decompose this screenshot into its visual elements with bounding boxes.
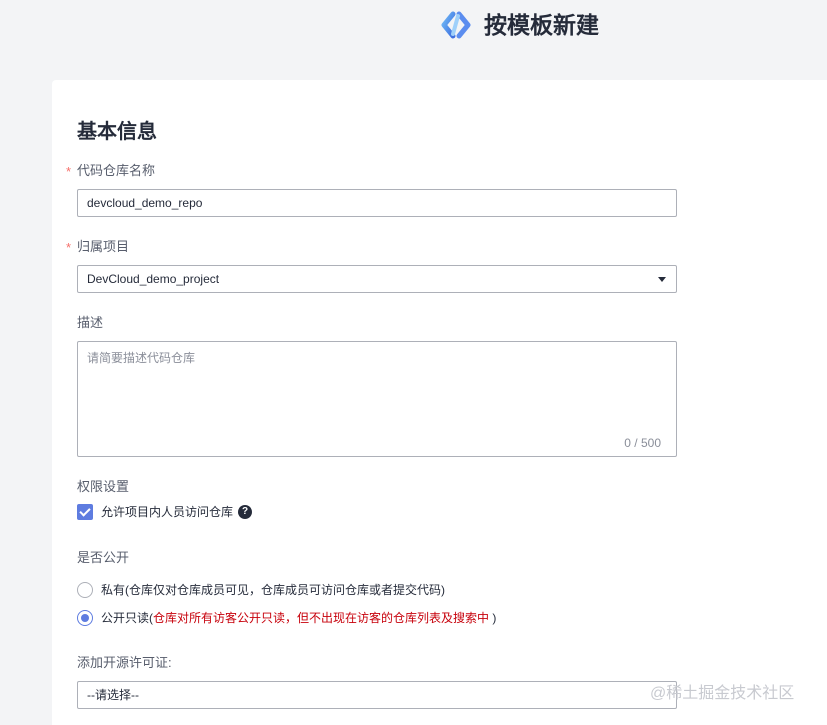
- allow-members-checkbox[interactable]: [77, 504, 93, 520]
- description-textarea[interactable]: 请简要描述代码仓库 0 / 500: [77, 341, 677, 457]
- section-title: 基本信息: [77, 121, 157, 143]
- help-icon[interactable]: ?: [238, 505, 252, 519]
- public-readonly-radio[interactable]: [77, 610, 93, 626]
- repo-name-input[interactable]: devcloud_demo_repo: [77, 189, 677, 217]
- char-counter: 0 / 500: [624, 436, 661, 450]
- caret-down-icon: [658, 277, 666, 282]
- repo-name-label: 代码仓库名称: [77, 163, 156, 178]
- page-title: 按模板新建: [484, 12, 599, 38]
- project-select-value: DevCloud_demo_project: [87, 272, 220, 286]
- watermark: @稀土掘金技术社区: [650, 685, 795, 702]
- private-radio-label[interactable]: 私有(仓库仅对仓库成员可见，仓库成员可访问仓库或者提交代码): [101, 582, 445, 598]
- license-select-value: --请选择--: [87, 688, 139, 702]
- page-header: 按模板新建: [0, 0, 827, 80]
- public-readonly-radio-label[interactable]: 公开只读(仓库对所有访客公开只读，但不出现在访客的仓库列表及搜索中 ): [101, 610, 496, 626]
- allow-members-label[interactable]: 允许项目内人员访问仓库: [101, 504, 233, 520]
- license-label: 添加开源许可证:: [77, 655, 172, 670]
- public-option-note: 仓库对所有访客公开只读，但不出现在访客的仓库列表及搜索中: [153, 611, 490, 625]
- description-label: 描述: [77, 315, 104, 330]
- project-select[interactable]: DevCloud_demo_project: [77, 265, 677, 293]
- permission-label: 权限设置: [77, 479, 130, 494]
- private-radio[interactable]: [77, 582, 93, 598]
- public-option-suffix: ): [489, 611, 497, 625]
- license-select[interactable]: --请选择--: [77, 681, 677, 709]
- form-card: 基本信息 * 代码仓库名称 devcloud_demo_repo * 归属项目 …: [52, 80, 827, 725]
- description-placeholder: 请简要描述代码仓库: [87, 351, 196, 365]
- required-mark: *: [66, 164, 72, 179]
- required-mark: *: [66, 240, 72, 255]
- devcloud-logo-icon: [441, 11, 471, 39]
- project-label: 归属项目: [77, 239, 130, 254]
- private-option-text: 私有(仓库仅对仓库成员可见，仓库成员可访问仓库或者提交代码): [101, 583, 445, 597]
- visibility-label: 是否公开: [77, 550, 130, 565]
- public-option-text: 公开只读(: [101, 611, 153, 625]
